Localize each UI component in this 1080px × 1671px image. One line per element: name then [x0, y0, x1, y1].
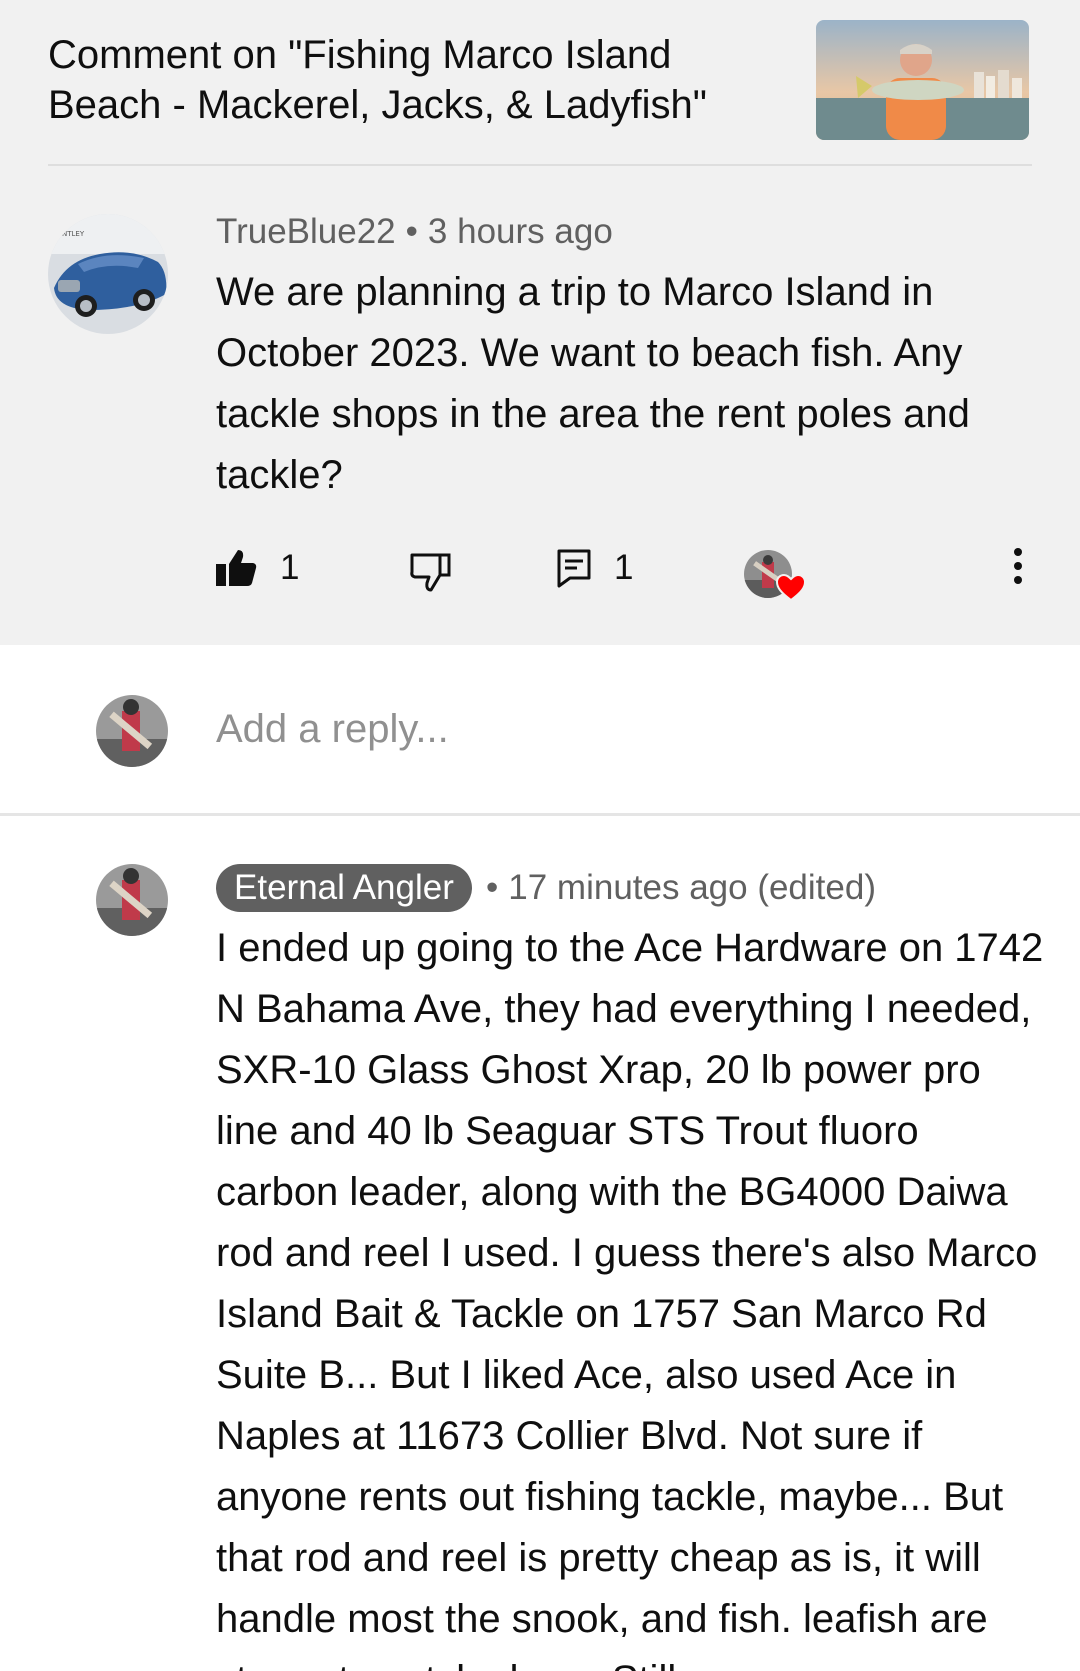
more-options-button[interactable] — [1012, 546, 1024, 586]
reply-count: 1 — [614, 548, 634, 587]
top-comment-region: Comment on "Fishing Marco Island Beach -… — [0, 0, 1080, 645]
replies-button[interactable]: 1 — [556, 548, 633, 588]
heart-icon — [776, 574, 806, 602]
meta-separator: • — [405, 212, 418, 251]
reply-author-avatar[interactable] — [96, 864, 168, 936]
add-reply-input[interactable] — [216, 703, 1016, 755]
reply-author-badge[interactable]: Eternal Angler — [216, 864, 472, 912]
like-button[interactable]: 1 — [214, 548, 299, 588]
video-thumbnail[interactable] — [816, 20, 1029, 140]
header-divider — [48, 164, 1032, 166]
meta-separator: • — [486, 868, 499, 907]
page-title: Comment on "Fishing Marco Island Beach -… — [48, 33, 707, 127]
comment-action-bar: 1 1 — [0, 540, 1080, 602]
reply-text: I ended up going to the Ace Hardware on … — [216, 926, 1044, 1671]
comment-thread-page: Comment on "Fishing Marco Island Beach -… — [0, 0, 1080, 1671]
comment-time: 3 hours ago — [427, 212, 613, 251]
svg-text:NTLEY: NTLEY — [62, 230, 85, 238]
thumbs-down-outline-icon — [408, 552, 452, 592]
reply-time: 17 minutes ago (edited) — [508, 868, 876, 907]
dislike-button[interactable] — [408, 552, 452, 592]
commenter-avatar[interactable]: NTLEY — [48, 214, 168, 334]
like-count: 1 — [280, 548, 300, 587]
reply-meta: • 17 minutes ago (edited) — [486, 868, 876, 908]
add-reply-row — [0, 645, 1080, 813]
creator-heart-badge — [744, 540, 810, 602]
comment-text: We are planning a trip to Marco Island i… — [216, 270, 970, 497]
comment-icon — [556, 548, 592, 588]
thumbs-up-filled-icon — [214, 548, 258, 588]
reply-divider — [0, 813, 1080, 816]
comment-author[interactable]: TrueBlue22 — [216, 212, 396, 251]
current-user-avatar — [96, 695, 168, 767]
comment-meta: TrueBlue22 • 3 hours ago — [216, 212, 613, 252]
more-vertical-icon — [1012, 546, 1024, 586]
